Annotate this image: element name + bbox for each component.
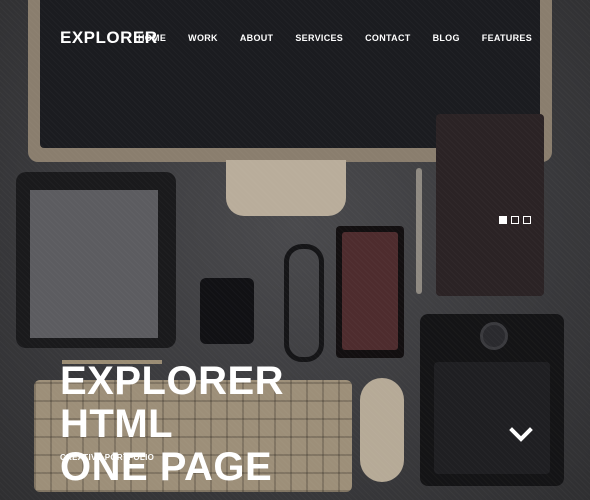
hero-subtitle: CREATIVE PORTFOLIO [60,453,155,462]
nav-blog[interactable]: BLOG [433,33,460,43]
drawing-tablet-area [434,362,550,474]
hero-title: EXPLORER HTML ONE PAGE [60,360,380,489]
hero-title-line-1: EXPLORER HTML [60,359,285,446]
hero-section: EXPLORER HOME WORK ABOUT SERVICES CONTAC… [0,0,590,500]
nav-contact[interactable]: CONTACT [365,33,410,43]
phone-dock-image [200,278,254,344]
monitor-stand [226,160,346,216]
notebook-image [336,226,404,358]
nav-home[interactable]: HOME [138,33,166,43]
slider-dot-3[interactable] [523,216,531,224]
slider-dot-1[interactable] [499,216,507,224]
nav-about[interactable]: ABOUT [240,33,274,43]
nav-work[interactable]: WORK [188,33,218,43]
slider-pagination [499,216,531,224]
pen-image [416,168,422,294]
drawing-tablet-dial [480,322,508,350]
tablet-screen [30,190,158,338]
chevron-down-icon [509,427,533,442]
journal-image [436,114,544,296]
glasses-image [284,244,324,362]
drawing-tablet-image [420,314,564,486]
scroll-down-button[interactable] [508,424,534,446]
slider-dot-2[interactable] [511,216,519,224]
notebook-cover [342,232,398,350]
nav-services[interactable]: SERVICES [295,33,343,43]
main-nav: HOME WORK ABOUT SERVICES CONTACT BLOG FE… [116,33,532,43]
nav-features[interactable]: FEATURES [482,33,532,43]
tablet-image [16,172,176,348]
